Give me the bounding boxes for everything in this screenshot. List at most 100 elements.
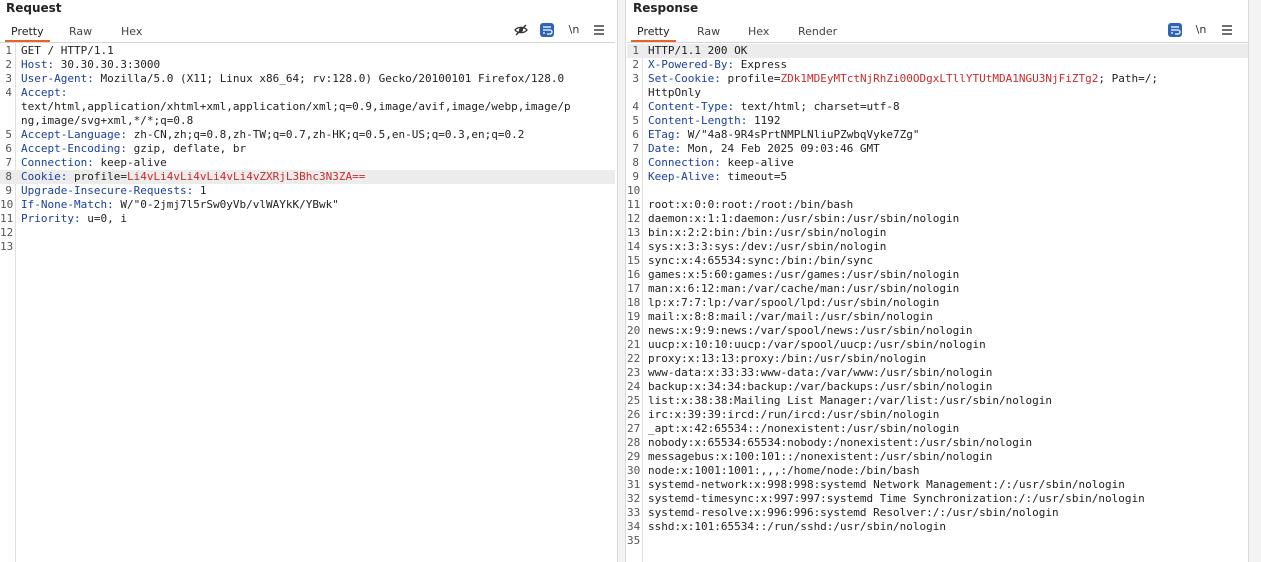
line-number: 7 [5,156,12,169]
line-text: _apt:x:42:65534::/nonexistent:/usr/sbin/… [648,422,959,436]
line-number: 6 [5,142,12,155]
line-text: User-Agent: Mozilla/5.0 (X11; Linux x86_… [21,72,564,86]
menu-icon[interactable] [1220,22,1234,38]
newline-icon[interactable]: \n [566,22,582,38]
line-number: 33 [627,506,641,519]
response-tab-render[interactable]: Render [792,23,843,42]
response-line: 19 mail:x:8:8:mail:/var/mail:/usr/sbin/no… [627,310,1248,324]
request-line: 13 [0,240,615,254]
menu-icon[interactable] [592,22,606,38]
request-tab-hex[interactable]: Hex [115,23,148,42]
response-line: 3 Set-Cookie: profile=ZDk1MDEyMTctNjRhZi0… [627,72,1248,86]
response-line: 14 sys:x:3:3:sys:/dev:/usr/sbin/nologin [627,240,1248,254]
body-text: messagebus:x:100:101::/nonexistent:/usr/… [648,450,993,463]
line-number: 2 [5,58,12,71]
response-title: Response [633,1,699,15]
line-number: 5 [5,128,12,141]
line-text: backup:x:34:34:backup:/var/backups:/usr/… [648,380,992,394]
header-name: Date [648,142,675,155]
body-text: text/html,application/xhtml+xml,applicat… [21,100,571,113]
line-text: irc:x:39:39:ircd:/run/ircd:/usr/sbin/nol… [648,408,939,422]
line-number: 18 [627,296,641,309]
body-text: proxy:x:13:13:proxy:/bin:/usr/sbin/nolog… [648,352,927,365]
header-value: Mozilla/5.0 (X11; Linux x86_64; rv:128.0… [93,72,565,85]
body-text: sshd:x:101:65534::/run/sshd:/usr/sbin/no… [648,520,947,533]
header-value: 1 [193,184,207,197]
line-text: HTTP/1.1 200 OK [648,44,747,58]
line-text: Accept: [21,86,67,100]
line-number: 12 [0,226,14,239]
response-tab-hex[interactable]: Hex [742,23,775,42]
response-line: 20 news:x:9:9:news:/var/spool/news:/usr/s… [627,324,1248,338]
response-line: 16 games:x:5:60:games:/usr/games:/usr/sbi… [627,268,1248,282]
line-text: text/html,application/xhtml+xml,applicat… [21,100,571,114]
header-colon: : [714,170,721,183]
line-number: 25 [627,394,641,407]
header-name: Accept-Language [21,128,121,141]
line-text: X-Powered-By: Express [648,58,787,72]
vertical-scrollbar[interactable] [1248,0,1261,562]
request-tab-raw[interactable]: Raw [63,23,98,42]
header-name: Set-Cookie [648,72,715,85]
response-line: 10 [627,184,1248,198]
header-colon: : [87,72,94,85]
line-number: 12 [627,212,641,225]
body-text: _apt:x:42:65534::/nonexistent:/usr/sbin/… [648,422,960,435]
line-number: 26 [627,408,641,421]
response-line: 15 sync:x:4:65534:sync:/bin:/bin/sync [627,254,1248,268]
header-value: profile= [67,170,127,183]
line-text: games:x:5:60:games:/usr/games:/usr/sbin/… [648,268,959,282]
response-line: 35 [627,534,1248,548]
pane-divider[interactable] [617,0,626,562]
body-text: systemd-resolve:x:996:996:systemd Resolv… [648,506,1059,519]
body-text: ng,image/svg+xml,*/*;q=0.8 [21,114,194,127]
header-name: Accept [21,86,61,99]
response-line: 8 Connection: keep-alive [627,156,1248,170]
header-colon: : [120,142,127,155]
response-line: 26 irc:x:39:39:ircd:/run/ircd:/usr/sbin/n… [627,408,1248,422]
line-text: daemon:x:1:1:daemon:/usr/sbin:/usr/sbin/… [648,212,959,226]
header-value: Mon, 24 Feb 2025 09:03:46 GMT [681,142,880,155]
line-text: uucp:x:10:10:uucp:/var/spool/uucp:/usr/s… [648,338,986,352]
request-tab-pretty[interactable]: Pretty [5,23,50,42]
request-editor[interactable]: 1 GET / HTTP/1.1 2 Host: 30.30.30.3:3000 3 Us… [0,43,615,562]
header-value: 1192 [747,114,781,127]
line-number: 8 [5,170,12,183]
line-text: nobody:x:65534:65534:nobody:/nonexistent… [648,436,1032,450]
response-line: 11 root:x:0:0:root:/root:/bin/bash [627,198,1248,212]
response-line: 27 _apt:x:42:65534::/nonexistent:/usr/sbi… [627,422,1248,436]
line-number: 22 [627,352,641,365]
line-number: 24 [627,380,641,393]
header-value: gzip, deflate, br [126,142,247,155]
line-text: mail:x:8:8:mail:/var/mail:/usr/sbin/nolo… [648,310,933,324]
body-text: lp:x:7:7:lp:/var/spool/lpd:/usr/sbin/nol… [648,296,940,309]
request-tabs: Pretty Raw Hex \n [0,20,615,43]
header-name: Upgrade-Insecure-Requests [21,184,187,197]
response-tab-raw[interactable]: Raw [691,23,726,42]
eye-off-icon[interactable] [513,22,529,38]
body-text: sync:x:4:65534:sync:/bin:/bin/sync [648,254,874,267]
line-text: ETag: W/"4a8-9R4sPrtNMPLNliuPZwbqVyke7Zg… [648,128,920,142]
body-text: HttpOnly [648,86,701,99]
response-line: 1 HTTP/1.1 200 OK [627,44,1248,58]
response-tab-pretty[interactable]: Pretty [631,23,676,42]
response-editor[interactable]: 1 HTTP/1.1 200 OK 2 X-Powered-By: Express 3 S… [627,43,1248,562]
line-number: 30 [627,464,641,477]
word-wrap-icon[interactable] [1168,23,1182,37]
header-name: If-None-Match [21,198,108,211]
header-value: Express [734,58,788,71]
line-text: bin:x:2:2:bin:/bin:/usr/sbin/nologin [648,226,886,240]
line-text: Connection: keep-alive [648,156,794,170]
body-text: nobody:x:65534:65534:nobody:/nonexistent… [648,436,1033,449]
request-line: 8 Cookie: profile=Li4vLi4vLi4vLi4vLi4vZXR… [0,170,615,184]
body-text: systemd-timesync:x:997:997:systemd Time … [648,492,1145,505]
word-wrap-icon[interactable] [540,23,554,37]
body-text: backup:x:34:34:backup:/var/backups:/usr/… [648,380,993,393]
header-name: Content-Type [648,100,728,113]
request-line: 1 GET / HTTP/1.1 [0,44,615,58]
line-text: Set-Cookie: profile=ZDk1MDEyMTctNjRhZi00… [648,72,1158,86]
header-colon: : [107,198,114,211]
newline-icon[interactable]: \n [1193,22,1209,38]
response-line: 17 man:x:6:12:man:/var/cache/man:/usr/sbi… [627,282,1248,296]
response-tabs: Pretty Raw Hex Render \n [627,20,1248,43]
